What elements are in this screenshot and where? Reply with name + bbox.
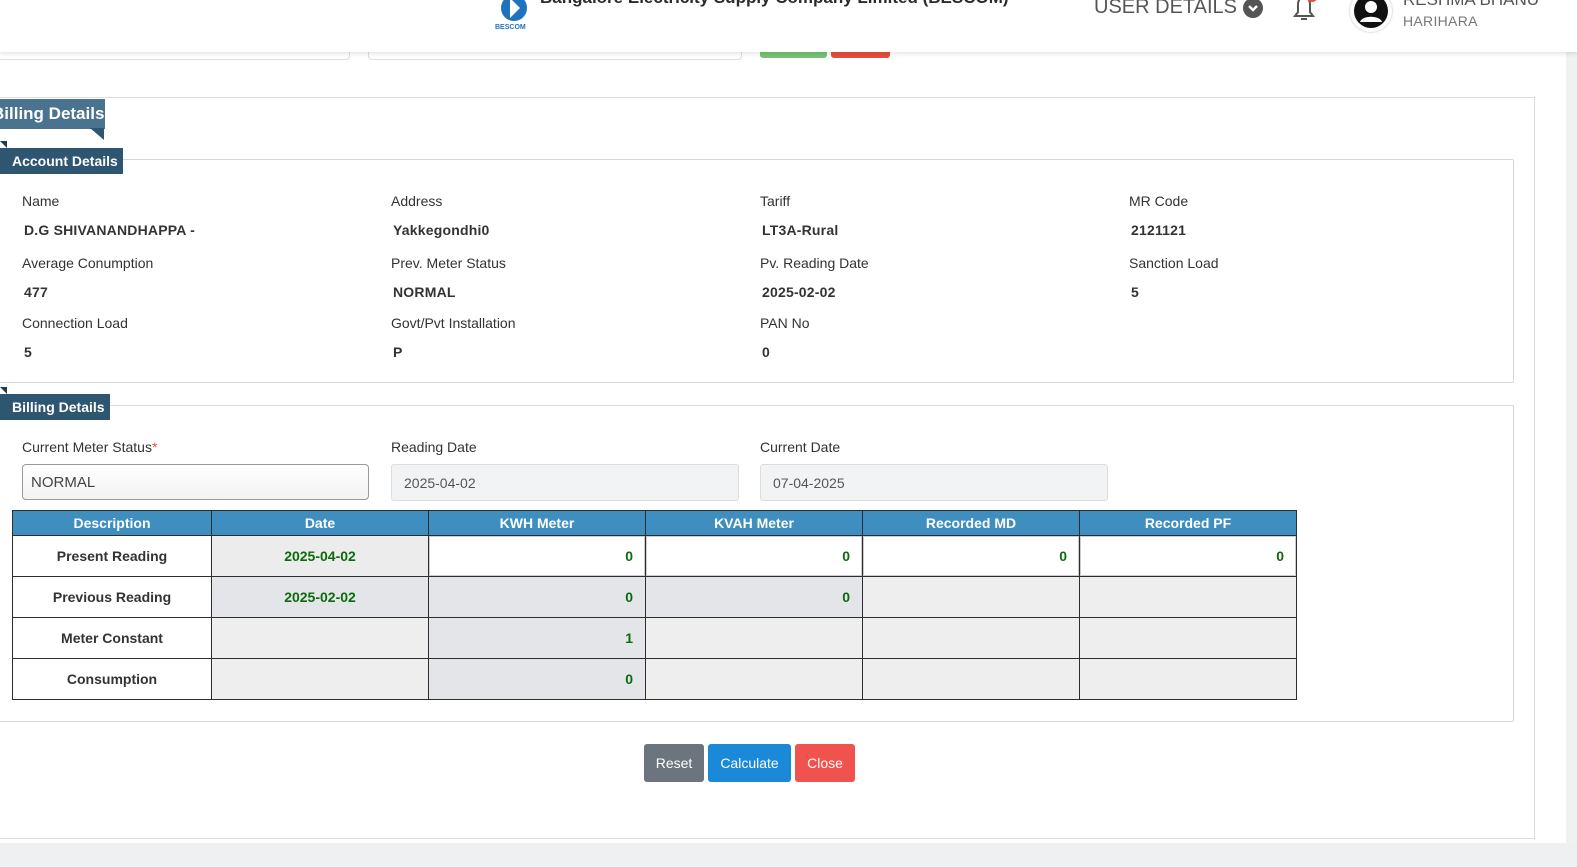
empty-cell (862, 617, 1080, 659)
column-header-kvah: KVAH Meter (645, 510, 863, 536)
average-consumption-label: Average Conumption (22, 255, 154, 271)
empty-cell (1079, 576, 1297, 618)
page-footer-bar (0, 843, 1577, 867)
pv-reading-date-value: 2025-02-02 (762, 284, 836, 300)
avatar[interactable] (1350, 0, 1392, 32)
user-location: HARIHARA (1403, 13, 1478, 29)
empty-cell (645, 617, 863, 659)
calculate-button[interactable]: Calculate (708, 744, 791, 782)
current-meter-status-select[interactable]: NORMAL (22, 464, 369, 500)
previous-kwh-value: 0 (428, 576, 646, 618)
bell-icon[interactable] (1289, 0, 1319, 24)
address-value: Yakkegondhi0 (393, 222, 490, 238)
present-pf-input[interactable]: 0 (1079, 535, 1297, 577)
app-header: BESCOM Bangalore Electricity Supply Comp… (0, 0, 1577, 52)
tariff-value: LT3A-Rural (762, 222, 839, 238)
table-header-row: Description Date KWH Meter KVAH Meter Re… (12, 510, 1297, 536)
bescom-logo: BESCOM (493, 0, 535, 32)
column-header-pf: Recorded PF (1079, 510, 1297, 536)
empty-cell (1079, 617, 1297, 659)
empty-cell (645, 658, 863, 700)
vertical-scrollbar[interactable] (1566, 52, 1577, 867)
chevron-down-icon (1243, 0, 1263, 18)
empty-cell (1079, 658, 1297, 700)
required-marker: * (151, 439, 158, 455)
reading-date-label: Reading Date (391, 439, 477, 455)
current-date-field[interactable]: 07-04-2025 (760, 464, 1108, 501)
row-description: Previous Reading (12, 576, 212, 618)
company-name: Bangalore Electricity Supply Company Lim… (540, 0, 1009, 8)
empty-cell (862, 658, 1080, 700)
previous-kvah-value: 0 (645, 576, 863, 618)
previous-reading-date: 2025-02-02 (211, 576, 429, 618)
column-header-md: Recorded MD (862, 510, 1080, 536)
name-value: D.G SHIVANANDHAPPA - (24, 222, 195, 238)
ribbon-notch (0, 387, 7, 394)
table-row: Previous Reading 2025-02-02 0 0 (12, 576, 1297, 618)
column-header-kwh: KWH Meter (428, 510, 646, 536)
column-header-description: Description (12, 510, 212, 536)
name-label: Name (22, 193, 60, 209)
meter-reading-table: Description Date KWH Meter KVAH Meter Re… (12, 510, 1297, 700)
reset-button[interactable]: Reset (644, 744, 704, 782)
mr-code-value: 2121121 (1131, 222, 1187, 238)
panel-title: Billing Details (0, 99, 105, 129)
account-details-title: Account Details (0, 148, 123, 174)
pv-reading-date-label: Pv. Reading Date (760, 255, 869, 271)
account-details-section (0, 159, 1514, 383)
pan-no-label: PAN No (760, 315, 810, 331)
table-row: Meter Constant 1 (12, 617, 1297, 659)
consumption-kwh: 0 (428, 658, 646, 700)
ribbon-notch (0, 141, 7, 148)
present-reading-date: 2025-04-02 (211, 535, 429, 577)
row-description: Present Reading (12, 535, 212, 577)
current-date-label: Current Date (760, 439, 841, 455)
tariff-label: Tariff (760, 193, 791, 209)
ribbon-tail (90, 128, 104, 140)
billing-details-title: Billing Details (0, 394, 110, 420)
sanction-load-label: Sanction Load (1129, 255, 1219, 271)
empty-cell (211, 617, 429, 659)
installation-type-value: P (393, 344, 403, 360)
empty-cell (862, 576, 1080, 618)
average-consumption-value: 477 (24, 284, 48, 300)
present-kwh-input[interactable]: 0 (428, 535, 646, 577)
column-header-date: Date (211, 510, 429, 536)
installation-type-label: Govt/Pvt Installation (391, 315, 516, 331)
reading-date-field[interactable]: 2025-04-02 (391, 464, 739, 501)
table-row: Present Reading 2025-04-02 0 0 0 0 (12, 535, 1297, 577)
user-name: RESHMA BHANU (1403, 0, 1539, 10)
present-kvah-input[interactable]: 0 (645, 535, 863, 577)
row-description: Meter Constant (12, 617, 212, 659)
pan-no-value: 0 (762, 344, 770, 360)
current-meter-status-label: Current Meter Status* (22, 439, 158, 455)
table-row: Consumption 0 (12, 658, 1297, 700)
sanction-load-value: 5 (1131, 284, 1139, 300)
row-description: Consumption (12, 658, 212, 700)
mr-code-label: MR Code (1129, 193, 1189, 209)
empty-cell (211, 658, 429, 700)
user-details-label: USER DETAILS (1094, 0, 1237, 18)
present-md-input[interactable]: 0 (862, 535, 1080, 577)
user-icon (1354, 0, 1388, 28)
user-details-dropdown[interactable]: USER DETAILS (1094, 0, 1263, 19)
svg-text:BESCOM: BESCOM (495, 24, 526, 31)
address-label: Address (391, 193, 443, 209)
close-button[interactable]: Close (795, 744, 855, 782)
prev-meter-status-label: Prev. Meter Status (391, 255, 506, 271)
prev-meter-status-value: NORMAL (393, 284, 456, 300)
meter-constant-kwh: 1 (428, 617, 646, 659)
connection-load-label: Connection Load (22, 315, 128, 331)
connection-load-value: 5 (24, 344, 32, 360)
